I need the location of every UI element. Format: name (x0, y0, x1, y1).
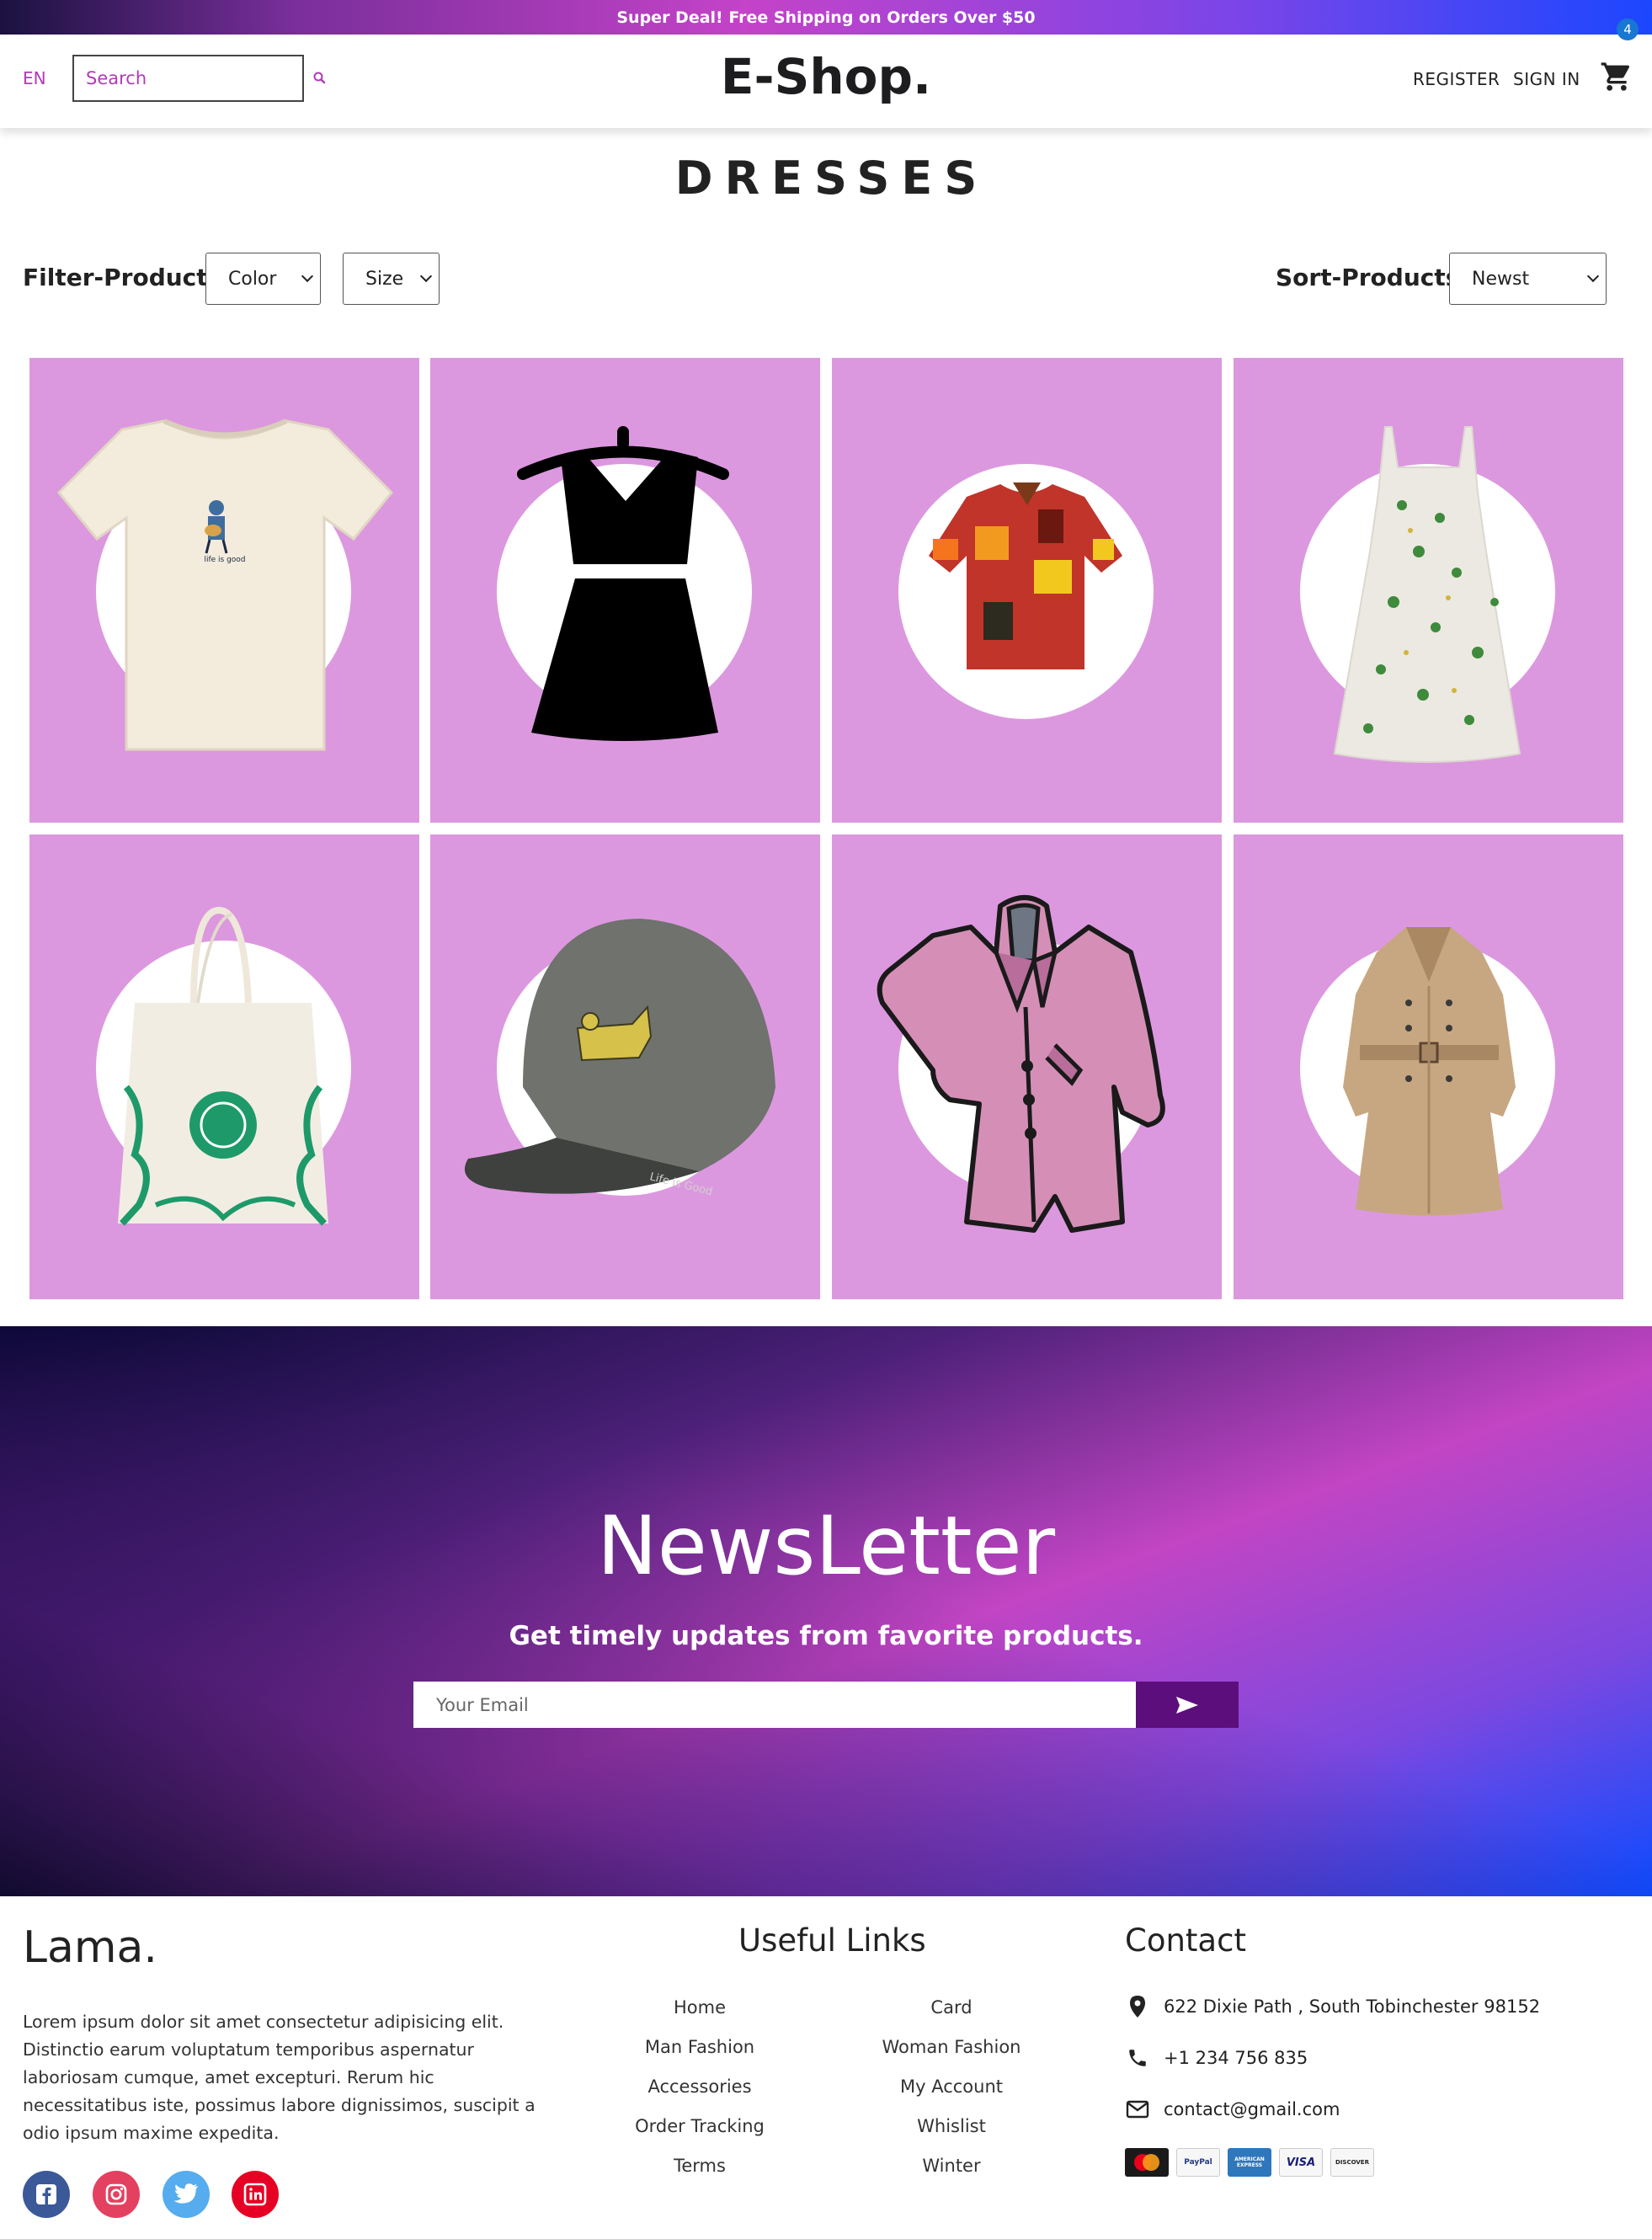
send-button[interactable] (1136, 1682, 1239, 1728)
amex-label: AMERICAN EXPRESS (1234, 2156, 1265, 2168)
footer-description: Lorem ipsum dolor sit amet consectetur a… (23, 2012, 536, 2143)
footer-link-terms[interactable]: Terms (590, 2156, 809, 2176)
hawaiian-shirt-icon (929, 482, 1122, 669)
address-text: 622 Dixie Path , South Tobinchester 9815… (1164, 1996, 1541, 2017)
color-select[interactable]: Color (205, 253, 321, 305)
black-dress-icon (517, 426, 729, 741)
sort-products-label: Sort-Products: (1276, 264, 1469, 291)
email-text: contact@gmail.com (1164, 2099, 1340, 2119)
linkedin-icon[interactable] (232, 2171, 279, 2218)
visa-logo: VISA (1279, 2148, 1323, 2177)
paypal-logo: PayPal (1176, 2148, 1220, 2177)
facebook-icon[interactable] (23, 2171, 70, 2218)
footer-logo[interactable]: Lama. (23, 1922, 157, 1973)
discover-logo: DISCOVER (1330, 2148, 1374, 2177)
sign-in-link[interactable]: SIGN IN (1513, 69, 1580, 89)
navbar: EN E-Shop. REGISTER SIGN IN 4 (0, 19, 1652, 128)
product-card[interactable] (832, 358, 1222, 823)
announcement-bar: Super Deal! Free Shipping on Orders Over… (0, 0, 1652, 35)
chevron-down-icon (419, 269, 433, 283)
footer-link-winter[interactable]: Winter (842, 2156, 1061, 2176)
announcement-text: Super Deal! Free Shipping on Orders Over… (616, 8, 1036, 27)
visa-label: VISA (1286, 2156, 1316, 2169)
instagram-icon[interactable] (93, 2171, 140, 2218)
size-select[interactable]: Size (343, 253, 440, 305)
pink-coat-icon (877, 895, 1165, 1233)
footer-link-my-account[interactable]: My Account (842, 2076, 1061, 2097)
phone-icon (1125, 2045, 1150, 2071)
product-card[interactable] (1234, 834, 1623, 1299)
footer-link-order-tracking[interactable]: Order Tracking (590, 2116, 809, 2136)
contact-title: Contact (1125, 1922, 1246, 1959)
mail-icon (1125, 2097, 1150, 2122)
newsletter-form (413, 1682, 1239, 1728)
product-card[interactable]: Life is Good (430, 834, 820, 1299)
register-link[interactable]: REGISTER (1413, 69, 1500, 89)
phone-text: +1 234 756 835 (1164, 2048, 1308, 2068)
cart-icon[interactable] (1600, 60, 1633, 93)
chevron-down-icon (301, 269, 314, 283)
newsletter-subtitle: Get timely updates from favorite product… (509, 1621, 1143, 1651)
email-field[interactable] (413, 1682, 1136, 1728)
send-icon (1176, 1696, 1198, 1714)
amex-logo: AMERICAN EXPRESS (1228, 2148, 1271, 2177)
color-select-value: Color (228, 268, 277, 290)
contact-email: contact@gmail.com (1125, 2097, 1340, 2122)
newsletter-title: NewsLetter (596, 1499, 1056, 1593)
useful-links-title: Useful Links (738, 1922, 926, 1959)
page-title: DRESSES (674, 152, 989, 205)
footer-link-woman-fashion[interactable]: Woman Fashion (842, 2037, 1061, 2057)
floral-dress-icon (1333, 426, 1521, 763)
location-pin-icon (1125, 1994, 1150, 2019)
footer-link-home[interactable]: Home (590, 1997, 809, 2018)
filter-products-label: Filter-Products: (23, 264, 232, 291)
contact-phone: +1 234 756 835 (1125, 2045, 1308, 2071)
tshirt-icon: life is good (56, 418, 394, 751)
product-card[interactable] (29, 834, 419, 1299)
site-logo[interactable]: E-Shop. (0, 48, 1652, 105)
footer-link-accessories[interactable]: Accessories (590, 2076, 809, 2097)
product-card[interactable] (430, 358, 820, 823)
chevron-down-icon (1586, 269, 1600, 283)
newsletter-overlay (0, 1326, 1652, 1896)
footer-link-man-fashion[interactable]: Man Fashion (590, 2037, 809, 2057)
product-card[interactable] (1234, 358, 1623, 823)
product-card[interactable]: life is good (29, 358, 419, 823)
footer-link-wishlist[interactable]: Whislist (842, 2116, 1061, 2136)
contact-address: 622 Dixie Path , South Tobinchester 9815… (1125, 1994, 1540, 2019)
sort-select-value: Newst (1472, 268, 1530, 290)
footer-link-card[interactable]: Card (842, 1997, 1061, 2018)
paypal-label: PayPal (1184, 2158, 1212, 2167)
cap-icon: Life is Good (464, 919, 775, 1198)
mastercard-logo (1125, 2148, 1169, 2177)
product-card[interactable] (832, 834, 1222, 1299)
svg-text:life is good: life is good (204, 556, 245, 564)
tote-bag-icon (118, 906, 328, 1226)
twitter-icon[interactable] (163, 2171, 210, 2218)
discover-label: DISCOVER (1335, 2159, 1369, 2166)
sort-select[interactable]: Newst (1449, 253, 1607, 305)
size-select-value: Size (365, 268, 404, 290)
trench-coat-icon (1343, 927, 1516, 1216)
cart-count-badge: 4 (1617, 19, 1639, 40)
